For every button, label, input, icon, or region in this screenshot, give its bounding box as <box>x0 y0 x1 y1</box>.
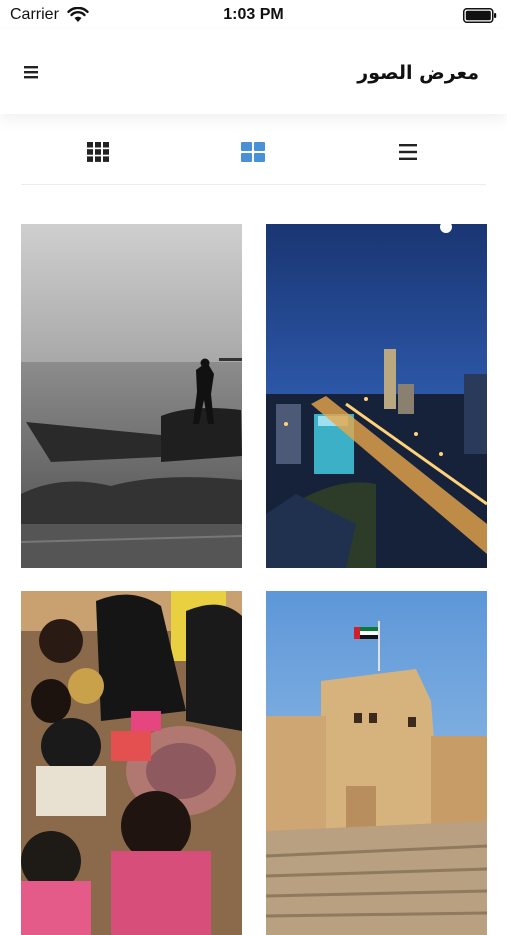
app-header: معرض الصور <box>0 30 507 114</box>
photo-icon <box>21 224 242 568</box>
list-view-button[interactable] <box>388 132 428 172</box>
battery-icon <box>463 8 497 23</box>
large-grid-view-button[interactable] <box>233 132 273 172</box>
grid-2x2-icon <box>241 142 265 162</box>
list-icon <box>399 144 417 160</box>
photo-icon <box>266 224 487 568</box>
photo-tile-women-weaving[interactable] <box>21 591 242 935</box>
photo-tile-city-night[interactable] <box>266 224 487 568</box>
photo-icon <box>21 591 242 935</box>
hamburger-menu-icon[interactable] <box>22 64 40 80</box>
grid-3x3-icon <box>87 142 109 162</box>
photo-tile-fisherman-boat[interactable] <box>21 224 242 568</box>
view-mode-toolbar <box>21 124 486 185</box>
photo-tile-fort-flag[interactable] <box>266 591 487 935</box>
photo-icon <box>266 591 487 935</box>
small-grid-view-button[interactable] <box>78 132 118 172</box>
clock: 1:03 PM <box>223 6 284 23</box>
page-title: معرض الصور <box>357 62 479 84</box>
status-bar: Carrier 1:03 PM <box>0 0 507 30</box>
